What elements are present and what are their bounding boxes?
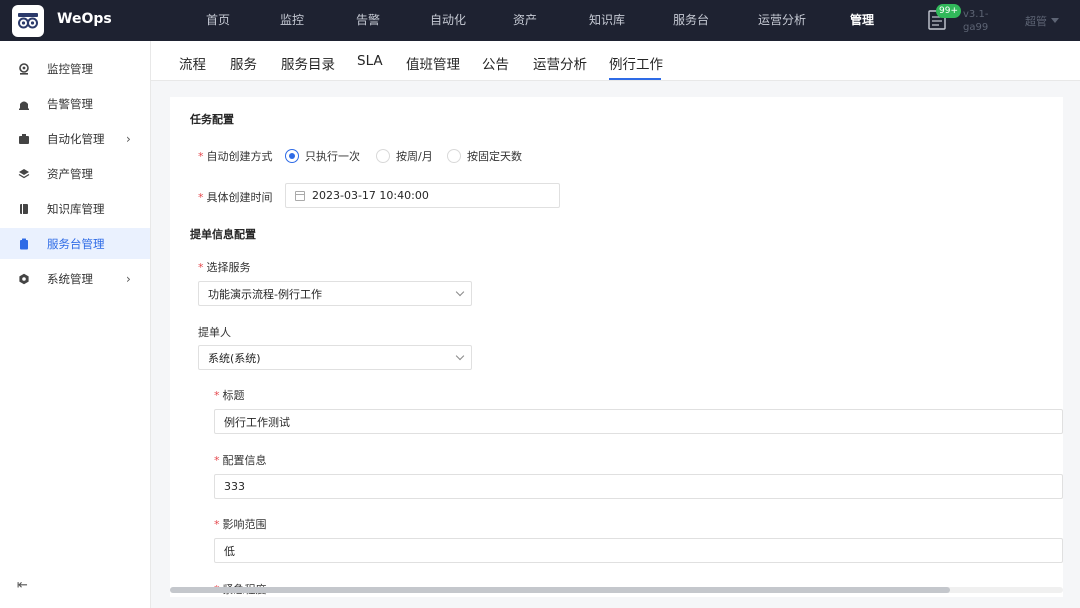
service-label: * 选择服务 [198,261,251,274]
required-mark: * [198,150,204,163]
required-mark: * [214,454,220,467]
radio-once[interactable]: 只执行一次 [285,148,360,164]
settings-icon [19,273,29,284]
config-info-input[interactable]: 333 [214,474,1063,499]
version-label: v3.1- ga99 [963,8,988,34]
ticket-config-title: 提单信息配置 [190,228,256,241]
sidebar-item-monitor[interactable]: 监控管理 [0,53,150,84]
required-mark: * [198,191,204,204]
tab-announcement[interactable]: 公告 [482,53,509,73]
radio-fixed-days[interactable]: 按固定天数 [447,148,522,164]
config-info-value: 333 [224,480,245,493]
book-icon [20,203,28,214]
sidebar-item-label: 自动化管理 [47,131,105,146]
version-line-2: ga99 [963,22,989,33]
sidebar-item-label: 服务台管理 [47,236,105,251]
version-line-1: v3.1- [963,9,989,20]
tab-bar: 流程 服务 服务目录 SLA 值班管理 公告 运营分析 例行工作 [151,41,1080,81]
radio-unchecked-icon [376,149,390,163]
alarm-icon [19,101,29,110]
scrollbar-thumb[interactable] [170,587,950,593]
sidebar-item-knowledge[interactable]: 知识库管理 [0,193,150,224]
radio-checked-icon [285,149,299,163]
tab-service-catalog[interactable]: 服务目录 [281,53,335,73]
radio-unchecked-icon [447,149,461,163]
title-label: * 标题 [214,389,245,402]
nav-alarm[interactable]: 告警 [324,0,412,41]
nav-operations-analysis[interactable]: 运营分析 [734,0,830,41]
title-input[interactable]: 例行工作测试 [214,409,1063,434]
sidebar-item-label: 告警管理 [47,96,93,111]
tab-duty[interactable]: 值班管理 [406,53,460,73]
asset-icon [18,168,30,178]
sidebar-item-service-desk[interactable]: 服务台管理 [0,228,150,259]
required-mark: * [214,389,220,402]
submitter-value: 系统(系统) [208,351,261,365]
title-value: 例行工作测试 [224,415,290,429]
app-logo[interactable] [12,5,44,37]
caret-down-icon [1051,18,1059,23]
nav-asset[interactable]: 资产 [484,0,566,41]
monitor-icon [19,62,29,75]
calendar-icon [295,190,305,201]
nav-home[interactable]: 首页 [176,0,260,41]
nav-knowledge[interactable]: 知识库 [566,0,648,41]
sidebar: 监控管理 告警管理 自动化管理 › 资产管理 知识库管理 服务台管理 系统管理 … [0,41,151,608]
nav-service-desk[interactable]: 服务台 [648,0,734,41]
impact-input[interactable]: 低 [214,538,1063,563]
app-name: WeOps [57,11,112,27]
sidebar-item-label: 资产管理 [47,166,93,181]
sidebar-item-asset[interactable]: 资产管理 [0,158,150,189]
sidebar-item-system[interactable]: 系统管理 › [0,263,150,294]
user-menu[interactable]: 超管 [1025,13,1059,29]
impact-value: 低 [224,544,235,558]
sidebar-item-label: 监控管理 [47,61,93,76]
chevron-right-icon: › [126,131,131,146]
top-nav: 首页 监控 告警 自动化 资产 知识库 服务台 运营分析 管理 [176,0,894,41]
submitter-label: 提单人 [198,326,231,339]
tab-service[interactable]: 服务 [230,53,257,73]
required-mark: * [214,518,220,531]
form-panel: 任务配置 * 自动创建方式 只执行一次 按周/月 按固定天数 * 具体创建时间 20… [170,97,1063,597]
chevron-down-icon [455,351,465,361]
sidebar-item-label: 知识库管理 [47,201,105,216]
create-time-picker[interactable]: 2023-03-17 10:40:00 [285,183,560,208]
task-config-title: 任务配置 [190,113,234,126]
tab-sla[interactable]: SLA [357,53,383,69]
tab-flow[interactable]: 流程 [179,53,206,73]
submitter-select[interactable]: 系统(系统) [198,345,472,370]
user-name: 超管 [1025,15,1047,28]
required-mark: * [198,261,204,274]
horizontal-scrollbar[interactable] [170,587,1063,593]
notification-badge: 99+ [936,4,961,18]
create-time-value: 2023-03-17 10:40:00 [312,189,429,202]
chevron-down-icon [455,287,465,297]
service-select[interactable]: 功能演示流程-例行工作 [198,281,472,306]
radio-weekly-monthly[interactable]: 按周/月 [376,148,433,164]
service-value: 功能演示流程-例行工作 [208,287,322,301]
active-tab-indicator [609,78,661,80]
automation-icon [19,133,29,144]
create-time-label: * 具体创建时间 [198,191,273,204]
impact-label: * 影响范围 [214,518,267,531]
collapse-sidebar-icon[interactable]: ⇤ [17,578,28,593]
config-info-label: * 配置信息 [214,454,267,467]
nav-management[interactable]: 管理 [830,0,894,41]
top-bar: WeOps 首页 监控 告警 自动化 资产 知识库 服务台 运营分析 管理 99… [0,0,1080,41]
tab-routine-work[interactable]: 例行工作 [609,53,663,73]
tab-operations-analysis[interactable]: 运营分析 [533,53,587,73]
notification-button[interactable]: 99+ [928,4,961,32]
nav-automation[interactable]: 自动化 [412,0,484,41]
chevron-right-icon: › [126,271,131,286]
nav-monitor[interactable]: 监控 [260,0,324,41]
create-mode-label: * 自动创建方式 [198,150,273,163]
sidebar-item-label: 系统管理 [47,271,93,286]
sidebar-item-alarm[interactable]: 告警管理 [0,88,150,119]
sidebar-item-automation[interactable]: 自动化管理 › [0,123,150,154]
clipboard-icon [20,238,28,249]
logo-icon [18,13,38,29]
